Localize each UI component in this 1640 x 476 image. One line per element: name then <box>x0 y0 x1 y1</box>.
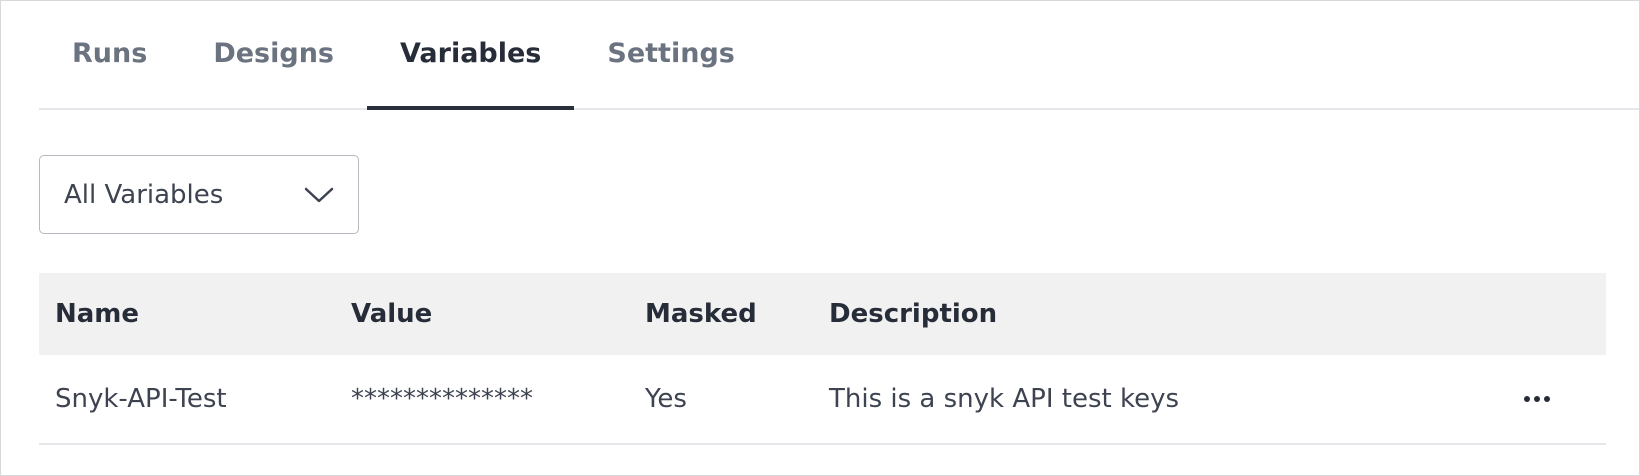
tab-designs-label: Designs <box>213 38 334 69</box>
tab-bar: Runs Designs Variables Settings <box>39 1 1639 110</box>
tab-runs[interactable]: Runs <box>39 3 180 108</box>
tab-runs-label: Runs <box>72 38 148 69</box>
table-header: Name Value Masked Description <box>39 273 1606 355</box>
variables-table: Name Value Masked Description Snyk-API-T… <box>39 273 1606 445</box>
variable-name-cell: Snyk-API-Test <box>55 384 227 414</box>
more-horizontal-icon <box>1524 396 1550 402</box>
chevron-down-icon <box>304 187 334 202</box>
row-actions-button[interactable] <box>1517 379 1557 419</box>
column-header-name[interactable]: Name <box>55 299 139 329</box>
variable-description-cell: This is a snyk API test keys <box>829 384 1180 414</box>
variable-value-cell: ************** <box>351 384 533 414</box>
tab-variables-label: Variables <box>399 38 542 69</box>
column-header-masked[interactable]: Masked <box>645 299 757 329</box>
tab-settings[interactable]: Settings <box>574 3 767 108</box>
tab-settings-label: Settings <box>607 38 735 69</box>
variables-filter-dropdown[interactable]: All Variables <box>39 155 359 234</box>
dropdown-selected-value: All Variables <box>64 179 224 210</box>
column-header-value[interactable]: Value <box>351 299 432 329</box>
tab-variables[interactable]: Variables <box>366 3 575 110</box>
variable-masked-cell: Yes <box>645 384 687 414</box>
app-frame: Runs Designs Variables Settings All Vari… <box>0 0 1640 476</box>
column-header-description[interactable]: Description <box>829 299 997 329</box>
table-row[interactable]: Snyk-API-Test ************** Yes This is… <box>39 355 1606 445</box>
tab-designs[interactable]: Designs <box>180 3 367 108</box>
